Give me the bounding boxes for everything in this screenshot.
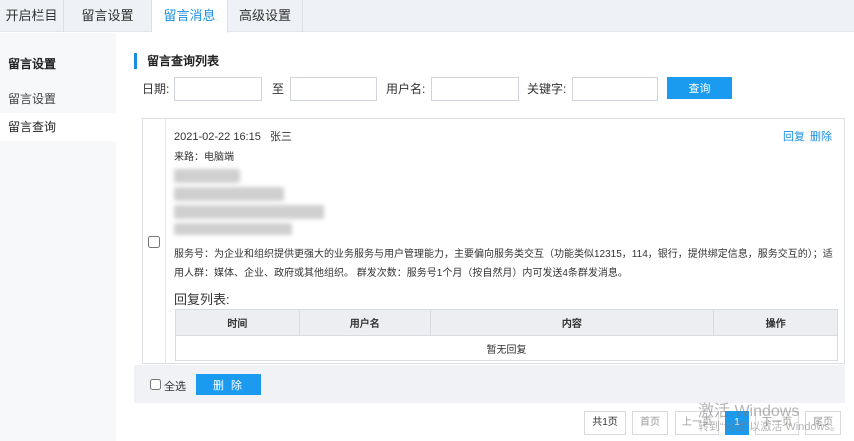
reply-col-action: 操作: [713, 309, 838, 336]
date-from-input[interactable]: [174, 77, 262, 101]
query-button[interactable]: 查询: [667, 77, 732, 99]
date-label: 日期:: [142, 82, 170, 96]
reply-list-title: 回复列表:: [174, 292, 230, 307]
keyword-label: 关键字:: [527, 82, 567, 96]
keyword-input[interactable]: [572, 77, 658, 101]
sidebar-item-message-settings[interactable]: 留言设置: [0, 85, 116, 113]
sidebar: 留言设置 留言设置 留言查询: [0, 33, 116, 441]
date-to-input[interactable]: [290, 77, 377, 101]
tab-message-settings[interactable]: 留言设置: [64, 0, 152, 32]
username-input[interactable]: [431, 77, 519, 101]
section-title: 留言查询列表: [134, 53, 219, 69]
message-author: 张三: [269, 131, 292, 143]
sidebar-heading: 留言设置: [8, 57, 57, 71]
pagination-total: 共1页: [584, 411, 626, 435]
reply-table: 时间 用户名 内容 操作 暂无回复: [175, 309, 838, 361]
no-reply-text: 暂无回复: [175, 335, 838, 361]
message-meta: 2021-02-22 16:15 张三: [174, 128, 292, 144]
pagination-first[interactable]: 首页: [632, 411, 668, 435]
watermark-subtitle: 转到“设置”以激活 Windows。: [698, 421, 842, 433]
reply-col-time: 时间: [175, 309, 300, 336]
reply-col-content: 内容: [429, 309, 715, 336]
to-label: 至: [272, 82, 285, 96]
message-checkbox[interactable]: [148, 236, 160, 248]
tab-advanced-settings[interactable]: 高级设置: [228, 0, 303, 32]
message-item: 2021-02-22 16:15 张三 来路：电脑端 回复 删除 服务号：为企业…: [142, 118, 845, 364]
top-tab-bar: 开启栏目 留言设置 留言消息 高级设置: [0, 0, 854, 33]
delete-link[interactable]: 删除: [810, 128, 832, 144]
reply-link[interactable]: 回复: [783, 128, 805, 144]
delete-button[interactable]: 删 除: [196, 374, 261, 395]
tab-message-messages[interactable]: 留言消息: [152, 0, 228, 33]
message-source: 来路：电脑端: [174, 152, 234, 163]
blurred-content: [174, 205, 324, 219]
username-label: 用户名:: [386, 82, 426, 96]
message-datetime: 2021-02-22 16:15: [174, 131, 261, 143]
message-checkbox-column: [143, 119, 166, 363]
sidebar-item-message-query[interactable]: 留言查询: [0, 113, 116, 141]
message-description: 服务号：为企业和组织提供更强大的业务服务与用户管理能力，主要偏向服务类交互（功能…: [174, 249, 833, 279]
blurred-content: [174, 187, 284, 201]
blurred-content: [174, 169, 240, 183]
select-all-label[interactable]: 全选: [164, 378, 186, 394]
select-all-checkbox[interactable]: [150, 379, 161, 390]
tab-enable-column[interactable]: 开启栏目: [0, 0, 64, 32]
blurred-content: [174, 223, 292, 235]
reply-col-username: 用户名: [298, 309, 431, 336]
